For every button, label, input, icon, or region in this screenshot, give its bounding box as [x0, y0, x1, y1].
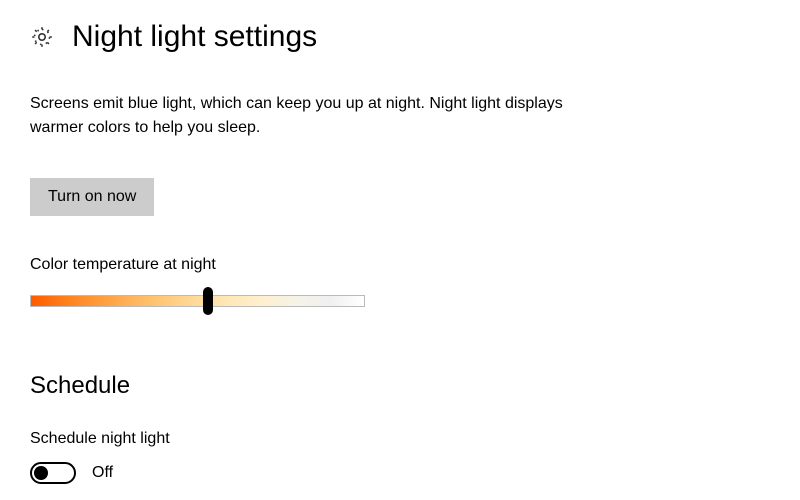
color-temperature-label: Color temperature at night	[30, 256, 770, 274]
slider-track	[30, 295, 365, 307]
page-header: Night light settings	[30, 20, 770, 54]
schedule-toggle[interactable]	[30, 462, 76, 484]
turn-on-now-button[interactable]: Turn on now	[30, 178, 154, 216]
schedule-toggle-label: Schedule night light	[30, 430, 770, 448]
slider-thumb[interactable]	[203, 287, 213, 315]
color-temperature-slider[interactable]	[30, 292, 365, 312]
schedule-heading: Schedule	[30, 372, 770, 400]
schedule-toggle-state: Off	[92, 464, 113, 482]
color-temperature-section: Color temperature at night	[30, 256, 770, 312]
toggle-knob	[34, 466, 48, 480]
gear-icon	[30, 25, 54, 49]
schedule-toggle-row: Off	[30, 462, 770, 484]
night-light-description: Screens emit blue light, which can keep …	[30, 92, 590, 140]
page-title: Night light settings	[72, 20, 317, 54]
